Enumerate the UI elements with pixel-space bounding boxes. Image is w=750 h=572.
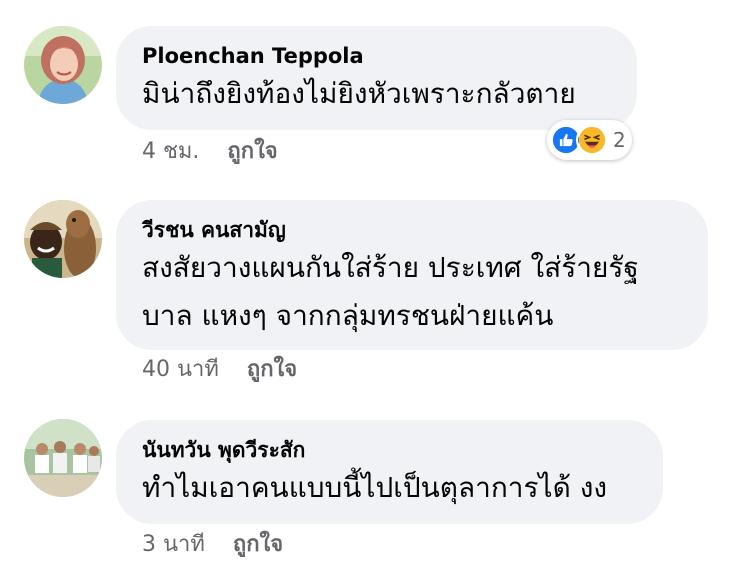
avatar-nanthawan[interactable] — [24, 419, 102, 497]
comment-time[interactable]: 4 ชม. — [142, 139, 199, 164]
comment-text-line: มิน่าถึงยิงท้องไม่ยิงหัวเพราะกลัวตาย — [142, 77, 576, 110]
comment-author[interactable]: นันทวัน พุดวีระสัก — [142, 436, 637, 464]
comment-meta: 4 ชม. ถูกใจ — [142, 138, 278, 166]
comment-bubble: Ploenchan Teppola มิน่าถึงยิงท้องไม่ยิงห… — [116, 26, 637, 130]
comment-bubble: นันทวัน พุดวีระสัก ทำไมเอาคนแบบนี้ไปเป็น… — [116, 420, 663, 524]
reaction-summary[interactable]: 2 — [547, 120, 632, 160]
comment-text-line: สงสัยวางแผนกันใส่ร้าย ประเทศ ใส่ร้ายรัฐ — [142, 251, 639, 284]
comment-text: มิน่าถึงยิงท้องไม่ยิงหัวเพราะกลัวตาย — [142, 70, 611, 118]
comment-text-line: บาล แหงๆ จากกลุ่มทรชนฝ่ายแค้น — [142, 299, 554, 332]
comment-meta: 3 นาที ถูกใจ — [142, 531, 283, 559]
like-button[interactable]: ถูกใจ — [247, 357, 297, 382]
comment-author[interactable]: วีรชน คนสามัญ — [142, 216, 682, 244]
like-button[interactable]: ถูกใจ — [227, 139, 277, 164]
comment-time[interactable]: 40 นาที — [142, 357, 219, 382]
comment-text: สงสัยวางแผนกันใส่ร้าย ประเทศ ใส่ร้ายรัฐ … — [142, 244, 682, 340]
haha-icon — [576, 124, 608, 156]
comment-text: ทำไมเอาคนแบบนี้ไปเป็นตุลาการได้ งง — [142, 464, 637, 512]
avatar-ploenchan[interactable] — [24, 26, 102, 104]
comment-bubble: วีรชน คนสามัญ สงสัยวางแผนกันใส่ร้าย ประเ… — [116, 200, 708, 350]
comment-author[interactable]: Ploenchan Teppola — [142, 42, 611, 70]
comment-text-line: ทำไมเอาคนแบบนี้ไปเป็นตุลาการได้ งง — [142, 471, 608, 504]
comment-time[interactable]: 3 นาที — [142, 532, 205, 557]
like-button[interactable]: ถูกใจ — [233, 532, 283, 557]
comment-meta: 40 นาที ถูกใจ — [142, 356, 297, 384]
avatar-weerachon[interactable] — [24, 200, 102, 278]
reaction-count: 2 — [613, 128, 626, 152]
